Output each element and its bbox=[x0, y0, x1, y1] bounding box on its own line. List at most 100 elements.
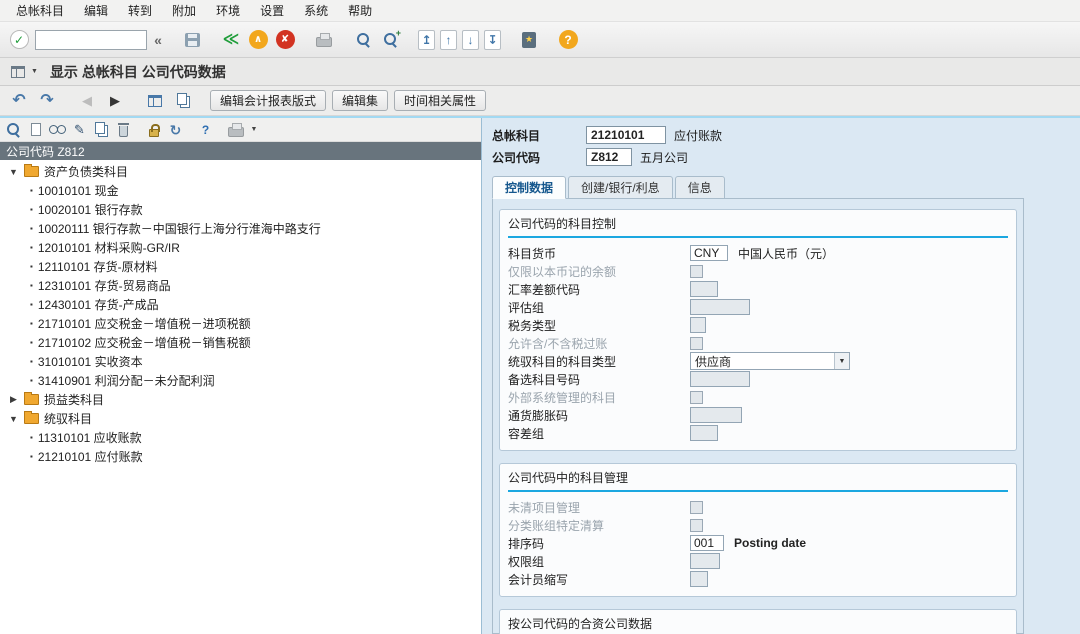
tree-find-button[interactable] bbox=[4, 120, 23, 139]
dropdown[interactable]: 供应商▼ bbox=[690, 352, 850, 370]
cancel-button[interactable]: ✘ bbox=[274, 29, 296, 51]
menu-item[interactable]: 环境 bbox=[206, 0, 250, 22]
app-button[interactable]: 编辑集 bbox=[332, 90, 388, 111]
tree-create-button[interactable] bbox=[26, 120, 45, 139]
menu-item[interactable]: 系统 bbox=[294, 0, 338, 22]
tab-content: 公司代码的科目控制科目货币CNY中国人民币（元）仅限以本币记的余额汇率差额代码评… bbox=[492, 198, 1024, 634]
menu-item[interactable]: 帮助 bbox=[338, 0, 382, 22]
create-shortcut-button[interactable]: ★ bbox=[518, 29, 540, 51]
form-section: 按公司代码的合资公司数据回收标识 bbox=[499, 609, 1017, 634]
app-button[interactable]: 编辑会计报表版式 bbox=[210, 90, 326, 111]
help-button[interactable]: ? bbox=[557, 29, 579, 51]
application-toolbar: ↶ ↷ ◀ ▶ 编辑会计报表版式编辑集时间相关属性 bbox=[0, 86, 1080, 116]
tree-folder[interactable]: ▼统驭科目 bbox=[0, 409, 481, 428]
tree-item[interactable]: ▪10020101 银行存款 bbox=[0, 200, 481, 219]
tab-1[interactable]: 创建/银行/利息 bbox=[568, 176, 673, 199]
tree-item[interactable]: ▪21210101 应付账款 bbox=[0, 447, 481, 466]
exit-button[interactable]: ∧ bbox=[247, 29, 269, 51]
tree-item[interactable]: ▪12310101 存货-贸易商品 bbox=[0, 276, 481, 295]
tree-print-options-button[interactable]: ▼ bbox=[248, 120, 260, 139]
text-field[interactable] bbox=[690, 281, 718, 297]
tree-block-button[interactable] bbox=[144, 120, 163, 139]
back-button[interactable]: ≪ bbox=[220, 29, 242, 51]
tree-label: 21710102 应交税金－增值税－销售税额 bbox=[38, 334, 251, 351]
text-field[interactable]: CNY bbox=[690, 245, 728, 261]
first-page-button[interactable]: ↥ bbox=[418, 30, 435, 50]
tree-item[interactable]: ▪31010101 实收资本 bbox=[0, 352, 481, 371]
redo-button[interactable]: ↷ bbox=[36, 90, 58, 112]
text-field[interactable] bbox=[690, 299, 750, 315]
text-field[interactable] bbox=[690, 317, 706, 333]
menu-item[interactable]: 转到 bbox=[118, 0, 162, 22]
previous-icon: ◀ bbox=[82, 94, 92, 107]
menu-item[interactable]: 编辑 bbox=[74, 0, 118, 22]
previous-page-button[interactable]: ↑ bbox=[440, 30, 457, 50]
tree-item[interactable]: ▪12430101 存货-产成品 bbox=[0, 295, 481, 314]
tree-item[interactable]: ▪10010101 现金 bbox=[0, 181, 481, 200]
field-label: 允许含/不含税过账 bbox=[508, 335, 690, 352]
field-label: 分类账组特定清算 bbox=[508, 517, 690, 534]
trash-icon bbox=[119, 126, 128, 137]
tree-copy-button[interactable] bbox=[92, 120, 111, 139]
tree-delete-button[interactable] bbox=[114, 120, 133, 139]
tree-display-button[interactable] bbox=[48, 120, 67, 139]
last-page-button[interactable]: ↧ bbox=[484, 30, 501, 50]
command-field[interactable] bbox=[35, 30, 147, 50]
bullet-icon: ▪ bbox=[30, 281, 33, 290]
last-page-icon: ↧ bbox=[487, 33, 497, 47]
copy-documents-button[interactable] bbox=[172, 90, 194, 112]
text-field[interactable] bbox=[690, 553, 720, 569]
tree-item[interactable]: ▪31410901 利润分配－未分配利润 bbox=[0, 371, 481, 390]
undo-button[interactable]: ↶ bbox=[8, 90, 30, 112]
text-field[interactable] bbox=[690, 571, 708, 587]
menu-bar: 总帐科目编辑转到附加环境设置系统帮助 bbox=[0, 0, 1080, 22]
text-field[interactable] bbox=[690, 407, 742, 423]
tree-item[interactable]: ▪21710102 应交税金－增值税－销售税额 bbox=[0, 333, 481, 352]
collapse-arrow-icon[interactable]: ▼ bbox=[8, 167, 19, 177]
tree-folder[interactable]: ▶损益类科目 bbox=[0, 390, 481, 409]
checkbox bbox=[690, 265, 703, 278]
tree-refresh-button[interactable]: ↻ bbox=[166, 120, 185, 139]
find-next-button[interactable]: + bbox=[379, 29, 401, 51]
print-button[interactable] bbox=[313, 29, 335, 51]
tree-item[interactable]: ▪11310101 应收账款 bbox=[0, 428, 481, 447]
tree-label: 10020111 银行存款－中国银行上海分行淮海中路支行 bbox=[38, 220, 321, 237]
save-button[interactable] bbox=[181, 29, 203, 51]
report-layout-button[interactable] bbox=[144, 90, 166, 112]
tree-item[interactable]: ▪21710101 应交税金－增值税－进项税额 bbox=[0, 314, 481, 333]
text-field[interactable]: 001 bbox=[690, 535, 724, 551]
tree-item[interactable]: ▪10020111 银行存款－中国银行上海分行淮海中路支行 bbox=[0, 219, 481, 238]
expand-arrow-icon[interactable]: ▶ bbox=[8, 394, 19, 405]
menu-item[interactable]: 附加 bbox=[162, 0, 206, 22]
tab-0[interactable]: 控制数据 bbox=[492, 176, 566, 199]
tree-legend-button[interactable]: ? bbox=[196, 120, 215, 139]
tree-folder[interactable]: ▼资产负债类科目 bbox=[0, 162, 481, 181]
app-button[interactable]: 时间相关属性 bbox=[394, 90, 486, 111]
next-page-button[interactable]: ↓ bbox=[462, 30, 479, 50]
table-icon bbox=[148, 95, 162, 107]
previous-object-button[interactable]: ◀ bbox=[76, 90, 98, 112]
redo-icon: ↷ bbox=[40, 93, 53, 109]
tab-2[interactable]: 信息 bbox=[675, 176, 725, 199]
field-label: 科目货币 bbox=[508, 245, 690, 262]
tree-root-company-code[interactable]: 公司代码 Z812 bbox=[0, 142, 481, 160]
tree-print-button[interactable] bbox=[226, 120, 245, 139]
text-field[interactable]: 21210101 bbox=[586, 126, 666, 144]
find-button[interactable] bbox=[352, 29, 374, 51]
screen-menu-button[interactable] bbox=[8, 62, 27, 81]
menu-item[interactable]: 设置 bbox=[250, 0, 294, 22]
tree-item[interactable]: ▪12110101 存货-原材料 bbox=[0, 257, 481, 276]
text-field[interactable] bbox=[690, 371, 750, 387]
tree-item[interactable]: ▪12010101 材料采购-GR/IR bbox=[0, 238, 481, 257]
next-object-button[interactable]: ▶ bbox=[104, 90, 126, 112]
app-toolbar-buttons: 编辑会计报表版式编辑集时间相关属性 bbox=[210, 90, 486, 111]
text-field[interactable]: Z812 bbox=[586, 148, 632, 166]
form-row: 评估组 bbox=[508, 298, 1008, 316]
collapse-arrow-icon[interactable]: ▼ bbox=[8, 414, 19, 424]
text-field[interactable] bbox=[690, 425, 718, 441]
tree-change-button[interactable]: ✎ bbox=[70, 120, 89, 139]
tree-label: 21210101 应付账款 bbox=[38, 448, 143, 465]
enter-button[interactable]: ✓ bbox=[8, 29, 30, 51]
collapse-command-button[interactable]: « bbox=[152, 29, 164, 51]
menu-item[interactable]: 总帐科目 bbox=[6, 0, 74, 22]
